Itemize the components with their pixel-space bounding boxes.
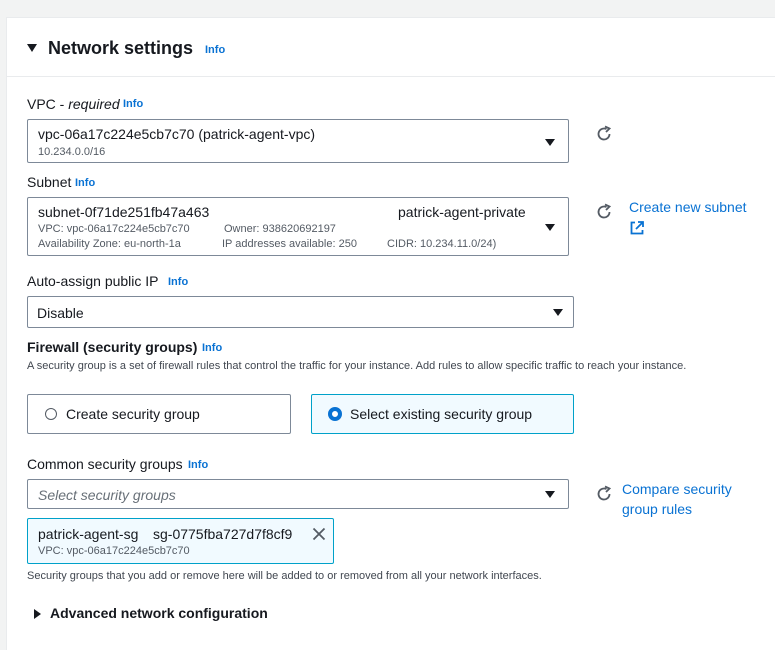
- subnet-owner: Owner: 938620692197: [224, 223, 336, 235]
- create-security-group-option[interactable]: Create security group: [27, 394, 291, 434]
- section-info-link[interactable]: Info: [205, 44, 225, 56]
- dropdown-arrow-icon: [553, 309, 563, 316]
- section-title: Network settings: [48, 38, 194, 58]
- subnet-vpc: VPC: vpc-06a17c224e5cb7c70: [38, 223, 190, 235]
- header-divider: [6, 76, 775, 77]
- select-existing-security-group-option[interactable]: Select existing security group: [311, 394, 574, 434]
- compare-security-group-rules-link[interactable]: Compare security group rules: [622, 479, 752, 519]
- public-ip-info-link[interactable]: Info: [168, 276, 188, 288]
- token-sg-vpc: VPC: vpc-06a17c224e5cb7c70: [38, 545, 190, 557]
- vpc-refresh-icon[interactable]: [595, 125, 613, 143]
- subnet-refresh-icon[interactable]: [595, 203, 613, 221]
- subnet-cidr: CIDR: 10.234.11.0/24): [387, 238, 497, 250]
- public-ip-value: Disable: [37, 305, 84, 321]
- security-groups-note: Security groups that you add or remove h…: [27, 570, 542, 582]
- select-existing-security-group-label: Select existing security group: [350, 406, 533, 422]
- security-group-select[interactable]: Select security groups: [27, 479, 569, 509]
- collapse-caret-icon[interactable]: [27, 44, 37, 52]
- public-ip-label: Auto-assign public IP: [27, 273, 159, 289]
- external-link-icon[interactable]: [629, 220, 645, 236]
- firewall-description: A security group is a set of firewall ru…: [27, 360, 687, 372]
- firewall-label: Firewall (security groups): [27, 339, 198, 355]
- subnet-az: Availability Zone: eu-north-1a: [38, 238, 181, 250]
- vpc-value: vpc-06a17c224e5cb7c70 (patrick-agent-vpc…: [38, 126, 316, 142]
- subnet-ips: IP addresses available: 250: [222, 238, 357, 250]
- dropdown-arrow-icon: [545, 139, 555, 146]
- public-ip-select[interactable]: Disable: [27, 296, 574, 328]
- subnet-name: patrick-agent-private: [398, 204, 526, 220]
- vpc-select[interactable]: vpc-06a17c224e5cb7c70 (patrick-agent-vpc…: [27, 119, 569, 163]
- subnet-label: Subnet: [27, 174, 72, 190]
- vpc-info-link[interactable]: Info: [123, 98, 143, 110]
- dropdown-arrow-icon: [545, 224, 555, 231]
- vpc-label: VPC - required: [27, 96, 120, 112]
- token-sg-id: sg-0775fba727d7f8cf9: [153, 526, 293, 542]
- security-group-token: patrick-agent-sg sg-0775fba727d7f8cf9 VP…: [27, 518, 334, 564]
- vpc-required-label: required: [68, 96, 120, 112]
- close-icon[interactable]: [312, 527, 326, 541]
- radio-unselected[interactable]: [45, 408, 57, 420]
- sg-refresh-icon[interactable]: [595, 485, 613, 503]
- common-sg-info-link[interactable]: Info: [188, 459, 208, 471]
- subnet-select[interactable]: subnet-0f71de251fb47a463 patrick-agent-p…: [27, 197, 569, 256]
- token-sg-name: patrick-agent-sg: [38, 526, 139, 542]
- dropdown-arrow-icon: [545, 491, 555, 498]
- create-security-group-label: Create security group: [66, 406, 200, 422]
- subnet-id: subnet-0f71de251fb47a463: [38, 204, 210, 220]
- vpc-cidr: 10.234.0.0/16: [38, 146, 106, 158]
- security-group-placeholder: Select security groups: [38, 487, 176, 503]
- create-new-subnet-link[interactable]: Create new subnet: [629, 197, 747, 217]
- radio-selected[interactable]: [328, 407, 342, 421]
- common-sg-label: Common security groups: [27, 456, 183, 472]
- advanced-network-configuration[interactable]: Advanced network configuration: [50, 605, 268, 621]
- expand-caret-icon[interactable]: [34, 609, 41, 619]
- subnet-info-link[interactable]: Info: [75, 177, 95, 189]
- firewall-info-link[interactable]: Info: [202, 342, 222, 354]
